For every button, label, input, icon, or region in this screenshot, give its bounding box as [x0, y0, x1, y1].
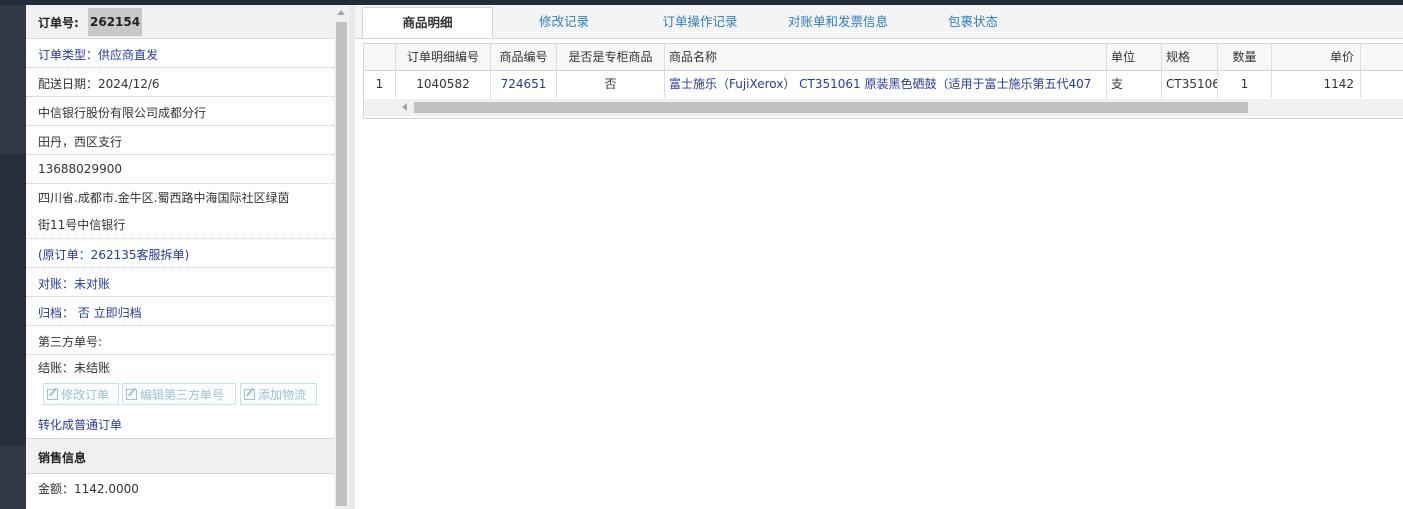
ship-date-row: 配送日期：2024/12/6 [26, 68, 334, 97]
settle-status: 结账：未结账 [38, 361, 111, 375]
header-product-no[interactable]: 商品编号 [491, 44, 557, 70]
cell-qty: 1 [1218, 71, 1272, 98]
sales-info-header: 销售信息 [26, 438, 334, 474]
cell-price: 1142 [1272, 71, 1361, 98]
product-grid: 订单明细编号 商品编号 是否是专柜商品 商品名称 单位 规格 数量 单价 1 1… [363, 43, 1403, 119]
amount-row: 金额：1142.0000 [26, 473, 334, 501]
scrollbar-thumb[interactable] [336, 22, 347, 506]
company-row: 中信银行股份有限公司成都分行 [26, 97, 334, 126]
phone-number: 13688029900 [38, 162, 122, 176]
third-party-number: 第三方单号: [38, 335, 103, 349]
contact-name: 田丹，西区支行 [38, 135, 123, 149]
third-party-row: 第三方单号: [26, 326, 334, 355]
grid-horizontal-scrollbar[interactable] [364, 99, 1403, 116]
company-name: 中信银行股份有限公司成都分行 [38, 106, 207, 120]
order-number-value: 262154 [88, 8, 143, 36]
cell-filler [1361, 71, 1403, 98]
grid-header: 订单明细编号 商品编号 是否是专柜商品 商品名称 单位 规格 数量 单价 [364, 44, 1403, 71]
edit-order-label: 修改订单 [61, 388, 110, 402]
order-number-label: 订单号: [38, 16, 79, 30]
header-product-name[interactable]: 商品名称 [665, 44, 1107, 70]
add-logistics-button[interactable]: 添加物流 [240, 383, 317, 405]
cell-product-no[interactable]: 724651 [491, 71, 557, 98]
left-nav-strip-shade [0, 155, 26, 445]
header-price[interactable]: 单价 [1272, 44, 1361, 70]
header-filler [1361, 44, 1403, 70]
edit-third-party-button[interactable]: 编辑第三方单号 [122, 383, 236, 405]
tab-package-status[interactable]: 包裹状态 [925, 5, 1021, 38]
row-number: 1 [364, 71, 396, 98]
tab-change-log[interactable]: 修改记录 [505, 5, 623, 38]
cell-product-name[interactable]: 富士施乐（FujiXerox） CT351061 原装黑色硒鼓（适用于富士施乐第… [665, 71, 1107, 98]
order-type-row: 订单类型：供应商直发 [26, 39, 334, 68]
contact-row: 田丹，西区支行 [26, 126, 334, 155]
cell-unit: 支 [1107, 71, 1162, 98]
tab-product-details[interactable]: 商品明细 [362, 7, 493, 38]
row-number-header [364, 44, 396, 70]
order-type: 订单类型：供应商直发 [38, 48, 159, 62]
action-buttons: 修改订单 编辑第三方单号 添加物流 [26, 380, 334, 410]
address-line-2: 街11号中信银行 [38, 218, 126, 232]
edit-order-button[interactable]: 修改订单 [43, 383, 119, 405]
archive-row: 归档： 否 立即归档 [26, 297, 334, 326]
scroll-left-icon[interactable] [402, 103, 407, 111]
cell-detail-no: 1040582 [396, 71, 491, 98]
panel-scrollbar[interactable] [334, 5, 349, 509]
reconcile-status: 对账：未对账 [38, 277, 111, 291]
cell-is-counter: 否 [557, 71, 665, 98]
edit-icon [244, 389, 255, 400]
edit-icon [47, 389, 58, 400]
splitter[interactable] [349, 5, 355, 509]
header-detail-no[interactable]: 订单明细编号 [396, 44, 491, 70]
original-order-row: (原订单：262135客服拆单) [26, 239, 334, 268]
header-qty[interactable]: 数量 [1218, 44, 1272, 70]
convert-order-link[interactable]: 转化成普通订单 [38, 416, 122, 433]
convert-row: 转化成普通订单 [26, 410, 334, 437]
tab-statement-invoice[interactable]: 对账单和发票信息 [768, 5, 908, 38]
address-row: 四川省.成都市.金牛区.蜀西路中海国际社区绿茵 街11号中信银行 [26, 184, 334, 239]
header-spec[interactable]: 规格 [1162, 44, 1218, 70]
edit-icon [126, 389, 137, 400]
edit-third-party-label: 编辑第三方单号 [140, 388, 225, 402]
phone-row: 13688029900 [26, 155, 334, 184]
tab-operation-log[interactable]: 订单操作记录 [640, 5, 760, 38]
address-line-1: 四川省.成都市.金牛区.蜀西路中海国际社区绿茵 [38, 191, 290, 205]
original-order: (原订单：262135客服拆单) [38, 248, 190, 262]
amount-value: 金额：1142.0000 [38, 482, 139, 496]
archive-status[interactable]: 归档： 否 立即归档 [38, 304, 142, 321]
table-row[interactable]: 1 1040582 724651 否 富士施乐（FujiXerox） CT351… [364, 71, 1403, 98]
sales-info-title: 销售信息 [38, 451, 87, 465]
horizontal-scrollbar-thumb[interactable] [414, 102, 1248, 113]
order-header: 订单号: 262154 [26, 5, 334, 39]
header-unit[interactable]: 单位 [1107, 44, 1162, 70]
header-is-counter[interactable]: 是否是专柜商品 [557, 44, 665, 70]
add-logistics-label: 添加物流 [258, 388, 307, 402]
cell-spec: CT35106 [1162, 71, 1218, 98]
tab-bar: 商品明细 修改记录 订单操作记录 对账单和发票信息 包裹状态 [355, 5, 1403, 39]
ship-date: 配送日期：2024/12/6 [38, 77, 160, 91]
reconcile-row: 对账：未对账 [26, 268, 334, 297]
scroll-up-icon[interactable] [337, 10, 345, 15]
order-info-panel: 订单号: 262154 订单类型：供应商直发 配送日期：2024/12/6 中信… [26, 5, 335, 509]
left-nav-strip [0, 5, 26, 509]
settle-row: 结账：未结账 [26, 355, 334, 379]
